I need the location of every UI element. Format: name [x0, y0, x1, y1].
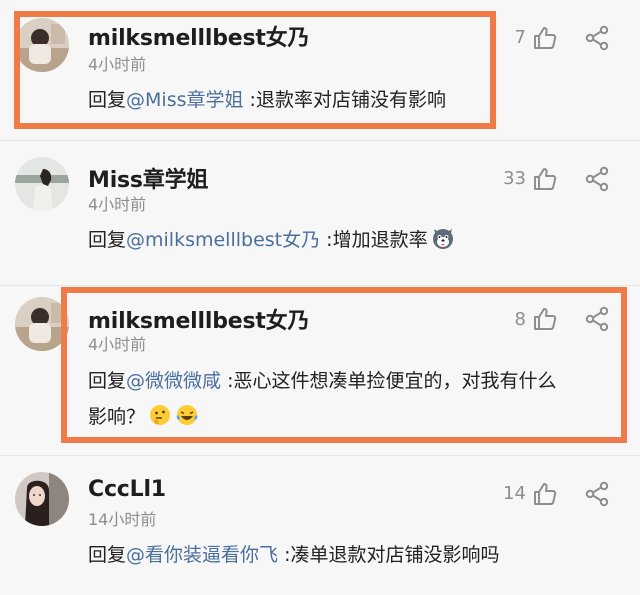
comment-item: Miss章学姐 4小时前 回复@milksmelllbest女乃 :增加退款率 … [0, 140, 640, 285]
share-icon[interactable] [584, 25, 610, 51]
reply-prefix: 回复 [88, 544, 127, 566]
husky-dog-emoji [431, 226, 455, 250]
mention-link[interactable]: @看你装逼看你飞 [126, 544, 278, 566]
avatar[interactable] [15, 18, 69, 72]
crying-laughing-emoji [175, 403, 199, 427]
avatar[interactable] [15, 297, 69, 351]
mention-link[interactable]: @Miss章学姐 [126, 89, 243, 111]
avatar[interactable] [15, 472, 69, 526]
reply-text-line2: 影响？ [88, 406, 146, 428]
reply-prefix: 回复 [88, 89, 127, 111]
timestamp: 4小时前 [88, 335, 147, 354]
thumbs-up-icon[interactable] [532, 481, 558, 507]
share-icon[interactable] [584, 306, 610, 332]
thumbs-up-icon[interactable] [532, 306, 558, 332]
reply-text: :恶心这件想凑单捡便宜的，对我有什么 [221, 370, 557, 392]
reply-prefix: 回复 [88, 370, 127, 392]
comment-text: 回复@Miss章学姐 :退款率对店铺没有影响 [88, 82, 446, 118]
like-count: 33 [503, 168, 526, 189]
thinking-face-emoji [148, 403, 172, 427]
share-icon[interactable] [584, 166, 610, 192]
mention-link[interactable]: @微微微咸 [126, 370, 221, 392]
reply-text: :退款率对店铺没有影响 [243, 89, 446, 111]
share-icon[interactable] [584, 481, 610, 507]
comment-text: 回复@milksmelllbest女乃 :增加退款率 [88, 222, 455, 258]
like-count: 14 [503, 483, 526, 504]
thumbs-up-icon[interactable] [532, 166, 558, 192]
reply-text: :增加退款率 [320, 229, 428, 251]
avatar[interactable] [15, 157, 69, 211]
comment-item: milksmelllbest女乃 4小时前 回复@微微微咸 :恶心这件想凑单捡便… [0, 285, 640, 455]
username[interactable]: Miss章学姐 [88, 162, 208, 194]
comment-item: milksmelllbest女乃 4小时前 回复@Miss章学姐 :退款率对店铺… [0, 0, 640, 140]
comment-text: 回复@微微微咸 :恶心这件想凑单捡便宜的，对我有什么 影响？ [88, 363, 556, 435]
reply-prefix: 回复 [88, 229, 127, 251]
username[interactable]: milksmelllbest女乃 [88, 20, 309, 52]
like-count: 7 [514, 27, 526, 48]
like-count: 8 [514, 309, 526, 330]
mention-link[interactable]: @milksmelllbest女乃 [126, 229, 320, 251]
comment-text: 回复@看你装逼看你飞 :凑单退款对店铺没影响吗 [88, 537, 499, 573]
reply-text: :凑单退款对店铺没影响吗 [278, 544, 500, 566]
timestamp: 14小时前 [88, 510, 157, 529]
timestamp: 4小时前 [88, 55, 147, 74]
comment-item: CccLl1 14小时前 回复@看你装逼看你飞 :凑单退款对店铺没影响吗 14 [0, 455, 640, 595]
timestamp: 4小时前 [88, 195, 147, 214]
username[interactable]: CccLl1 [88, 477, 166, 502]
thumbs-up-icon[interactable] [532, 25, 558, 51]
